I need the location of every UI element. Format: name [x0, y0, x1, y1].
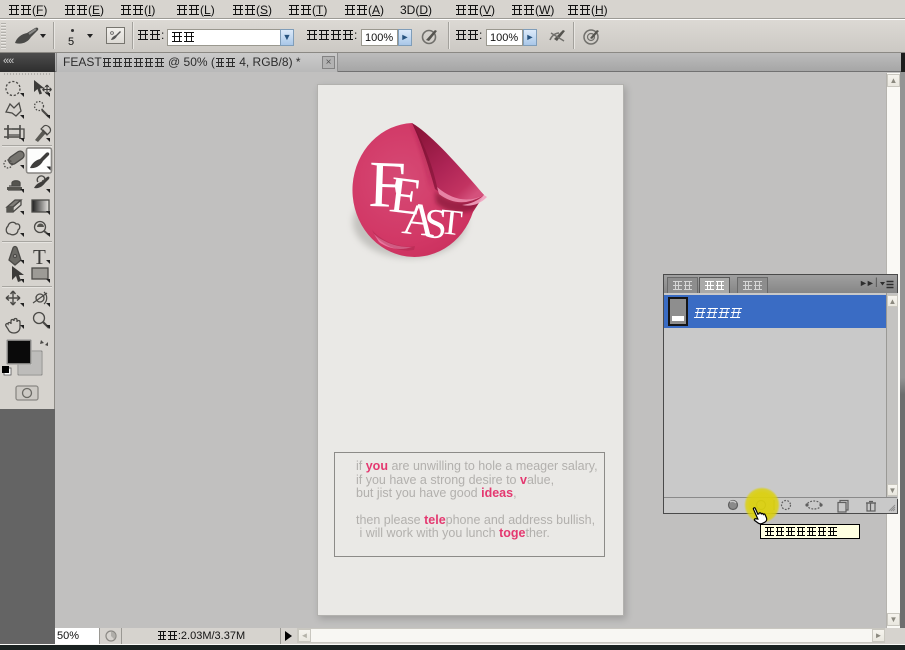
svg-text:T: T: [438, 201, 464, 243]
svg-text:T: T: [33, 245, 46, 269]
